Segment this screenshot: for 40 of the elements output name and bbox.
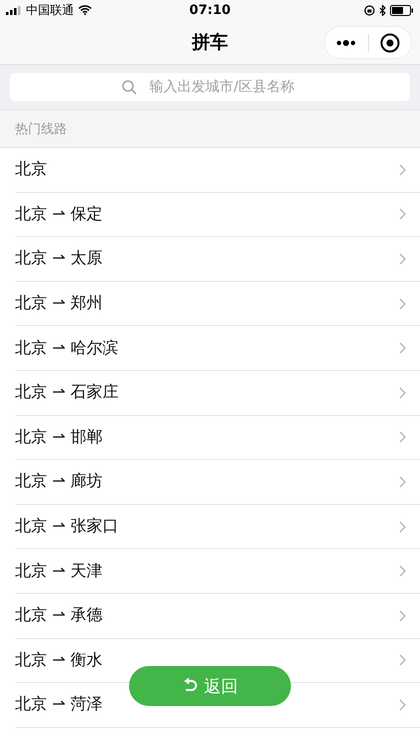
route-item[interactable]: 北京 ⇀ 衡水 — [15, 650, 103, 671]
chevron-icon — [399, 431, 406, 444]
signal-icon — [6, 6, 22, 14]
chevron-icon — [399, 208, 406, 220]
more-icon — [336, 40, 356, 46]
chevron-icon — [399, 654, 406, 666]
target-icon — [380, 32, 400, 52]
route-item[interactable]: 北京 ⇀ 张家口 — [15, 516, 119, 538]
page-title: 拼车 — [192, 31, 228, 54]
chevron-icon — [399, 164, 406, 176]
chevron-icon — [399, 252, 406, 265]
bluetooth-icon — [378, 4, 386, 16]
chevron-icon — [399, 298, 406, 310]
carrier-name: 中国联通 — [26, 2, 74, 18]
lock-rotation-icon — [364, 4, 375, 16]
chevron-icon — [399, 476, 406, 488]
route-item[interactable]: 北京 ⇀ 太原 — [15, 248, 103, 270]
chevron-icon — [399, 342, 406, 354]
chevron-icon — [399, 698, 406, 711]
chevron-icon — [399, 386, 406, 399]
chevron-icon — [399, 610, 406, 622]
route-item[interactable]: 北京 ⇀ 郑州 — [15, 293, 103, 314]
chevron-icon — [399, 520, 406, 533]
section-title: 热门线路 — [15, 120, 67, 138]
status-time: 07:10 — [189, 2, 231, 18]
chevron-icon — [399, 565, 406, 578]
route-item[interactable]: 北京 — [15, 159, 47, 180]
wifi-icon — [78, 5, 92, 15]
route-item[interactable]: 北京 ⇀ 邯郸 — [15, 426, 103, 448]
search-icon — [122, 80, 137, 95]
route-item[interactable]: 北京 ⇀ 石家庄 — [15, 382, 119, 404]
route-item[interactable]: 北京 ⇀ 菏泽 — [15, 694, 103, 716]
route-item[interactable]: 北京 ⇀ 保定 — [15, 204, 103, 225]
route-item[interactable]: 北京 ⇀ 承德 — [15, 605, 103, 626]
battery-icon — [390, 4, 414, 16]
undo-icon — [182, 678, 198, 694]
route-item[interactable]: 北京 ⇀ 哈尔滨 — [15, 338, 119, 359]
search-field[interactable]: 输入出发城市/区县名称 — [10, 73, 410, 101]
route-item[interactable]: 北京 ⇀ 天津 — [15, 560, 103, 582]
route-item[interactable]: 北京 ⇀ 廊坊 — [15, 471, 103, 492]
